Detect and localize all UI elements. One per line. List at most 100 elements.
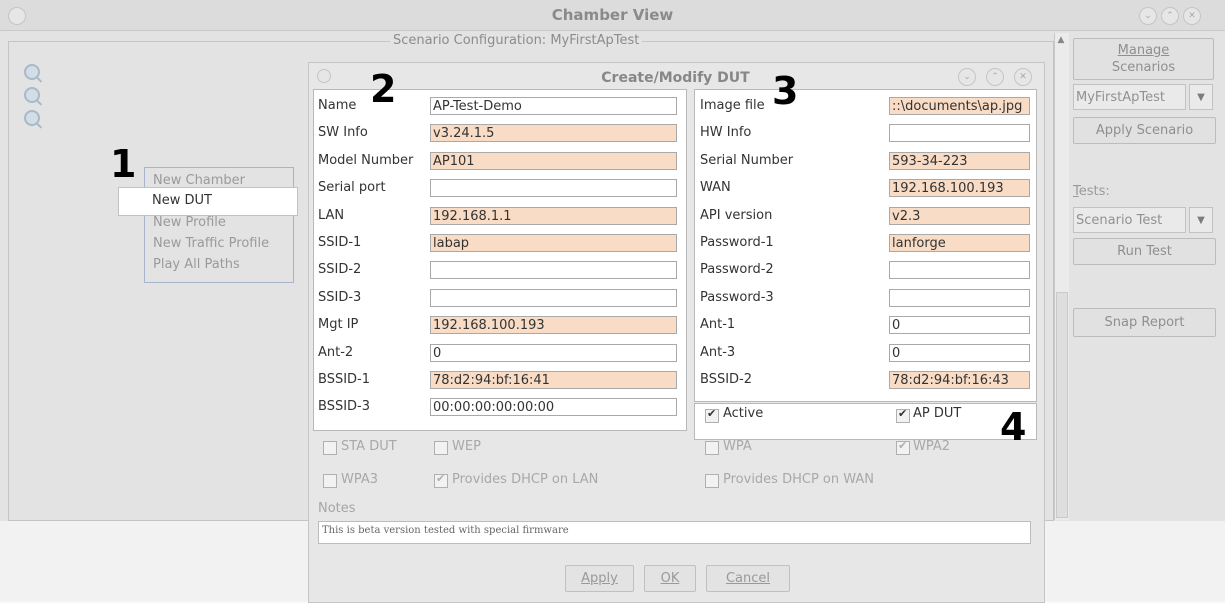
ssid-2-label: SSID-2 [318,262,362,277]
ok-button-label: OK [660,571,680,586]
tests-select[interactable]: Scenario Test [1073,207,1186,233]
bssid-2-field[interactable]: 78:d2:94:bf:16:43 [889,371,1030,389]
ant-1-label: Ant-1 [700,317,736,332]
wan-field[interactable]: 192.168.100.193 [889,179,1030,197]
dialog-title: Create/Modify DUT [601,70,750,86]
password-3-label: Password-3 [700,290,774,305]
serial-number-field[interactable]: 593-34-223 [889,152,1030,170]
apply-scenario-button[interactable]: Apply Scenario [1073,117,1216,144]
annotation-2: 2 [370,67,397,111]
run-test-button[interactable]: Run Test [1073,238,1216,265]
scenario-select[interactable]: MyFirstApTest [1073,84,1186,110]
dhcp-lan-label: Provides DHCP on LAN [452,472,599,487]
hw-info-label: HW Info [700,125,752,140]
context-menu: New Chamber New Profile New Traffic Prof… [144,167,294,283]
sta-dut-checkbox[interactable] [323,441,337,455]
dhcp-lan-checkbox[interactable] [434,472,448,488]
wpa2-checkbox[interactable] [896,439,910,455]
lan-label: LAN [318,208,345,223]
ssid-3-field[interactable] [430,289,677,307]
menu-item-new-traffic-profile[interactable]: New Traffic Profile [153,236,269,251]
ant-2-field[interactable]: 0 [430,344,677,362]
ssid-2-field[interactable] [430,261,677,279]
lan-field[interactable]: 192.168.1.1 [430,207,677,225]
bssid-1-label: BSSID-1 [318,372,370,387]
manage-scenarios-button[interactable]: Manage Scenarios [1073,38,1214,80]
menu-item-new-profile[interactable]: New Profile [153,215,226,230]
menu-item-new-chamber[interactable]: New Chamber [153,173,245,188]
sta-dut-label: STA DUT [341,439,397,454]
wep-label: WEP [452,439,481,454]
scenario-select-dropdown-icon[interactable]: ▼ [1189,84,1213,110]
tests-select-dropdown-icon[interactable]: ▼ [1189,207,1213,233]
ant-1-field[interactable]: 0 [889,316,1030,334]
minimize-button[interactable]: ⌄ [1139,7,1157,25]
mgt-ip-label: Mgt IP [318,317,359,332]
scroll-up-icon[interactable]: ▲ [1056,35,1066,45]
annotation-3: 3 [772,69,799,113]
dialog-close-button[interactable]: ✕ [1014,68,1032,86]
scenario-config-label: Scenario Configuration: MyFirstApTest [390,33,643,48]
hw-info-field[interactable] [889,124,1030,142]
annotation-4: 4 [1000,405,1027,449]
tests-label-rest: ests: [1078,184,1110,199]
zoom-reset-icon[interactable] [24,110,40,126]
wpa-checkbox[interactable] [705,441,719,455]
ant-3-field[interactable]: 0 [889,344,1030,362]
api-version-field[interactable]: v2.3 [889,207,1030,225]
password-1-label: Password-1 [700,235,774,250]
manage-scenarios-line2: Scenarios [1111,60,1176,75]
password-1-field[interactable]: lanforge [889,234,1030,252]
wpa3-checkbox[interactable] [323,474,337,488]
zoom-in-icon[interactable] [24,64,40,80]
snap-report-button[interactable]: Snap Report [1073,308,1216,337]
image-file-field[interactable]: ::\documents\ap.jpg [889,97,1030,115]
password-2-field[interactable] [889,261,1030,279]
zoom-out-icon[interactable] [24,87,40,103]
name-field[interactable]: AP-Test-Demo [430,97,677,115]
manage-scenarios-line1: Manage [1117,43,1170,58]
model-number-label: Model Number [318,153,414,168]
ap-dut-checkbox[interactable] [896,407,910,423]
sw-info-field[interactable]: v3.24.1.5 [430,124,677,142]
bssid-3-field[interactable]: 00:00:00:00:00:00 [430,398,677,416]
active-checkbox[interactable] [705,407,719,423]
wan-label: WAN [700,180,731,195]
mgt-ip-field[interactable]: 192.168.100.193 [430,316,677,334]
menu-item-new-dut[interactable]: New DUT [118,187,298,216]
api-version-label: API version [700,208,773,223]
image-file-label: Image file [700,98,765,113]
apply-button-label: Apply [581,571,618,586]
name-label: Name [318,98,357,113]
maximize-button[interactable]: ⌃ [1161,7,1179,25]
menu-item-play-all-paths[interactable]: Play All Paths [153,257,240,272]
password-3-field[interactable] [889,289,1030,307]
dialog-minimize-button[interactable]: ⌄ [958,68,976,86]
window-title: Chamber View [551,6,674,24]
bssid-3-label: BSSID-3 [318,399,370,414]
dialog-maximize-button[interactable]: ⌃ [986,68,1004,86]
password-2-label: Password-2 [700,262,774,277]
wep-checkbox[interactable] [434,441,448,455]
model-number-field[interactable]: AP101 [430,152,677,170]
sw-info-label: SW Info [318,125,368,140]
apply-button[interactable]: Apply [565,565,634,592]
notes-field[interactable]: This is beta version tested with special… [318,521,1031,544]
serial-port-field[interactable] [430,179,677,197]
ant-2-label: Ant-2 [318,345,354,360]
dhcp-wan-label: Provides DHCP on WAN [723,472,875,487]
cancel-button-label: Cancel [725,571,771,586]
serial-number-label: Serial Number [700,153,794,168]
annotation-1: 1 [110,142,137,186]
dhcp-wan-checkbox[interactable] [705,474,719,488]
ssid-1-field[interactable]: labap [430,234,677,252]
ssid-1-label: SSID-1 [318,235,362,250]
tests-label: Tests: [1073,184,1110,199]
menu-item-new-dut-label: New DUT [152,193,212,208]
bssid-1-field[interactable]: 78:d2:94:bf:16:41 [430,371,677,389]
cancel-button[interactable]: Cancel [706,565,790,592]
ant-3-label: Ant-3 [700,345,736,360]
ok-button[interactable]: OK [644,565,696,592]
scrollbar-thumb[interactable] [1056,292,1068,518]
close-button[interactable]: ✕ [1183,7,1201,25]
